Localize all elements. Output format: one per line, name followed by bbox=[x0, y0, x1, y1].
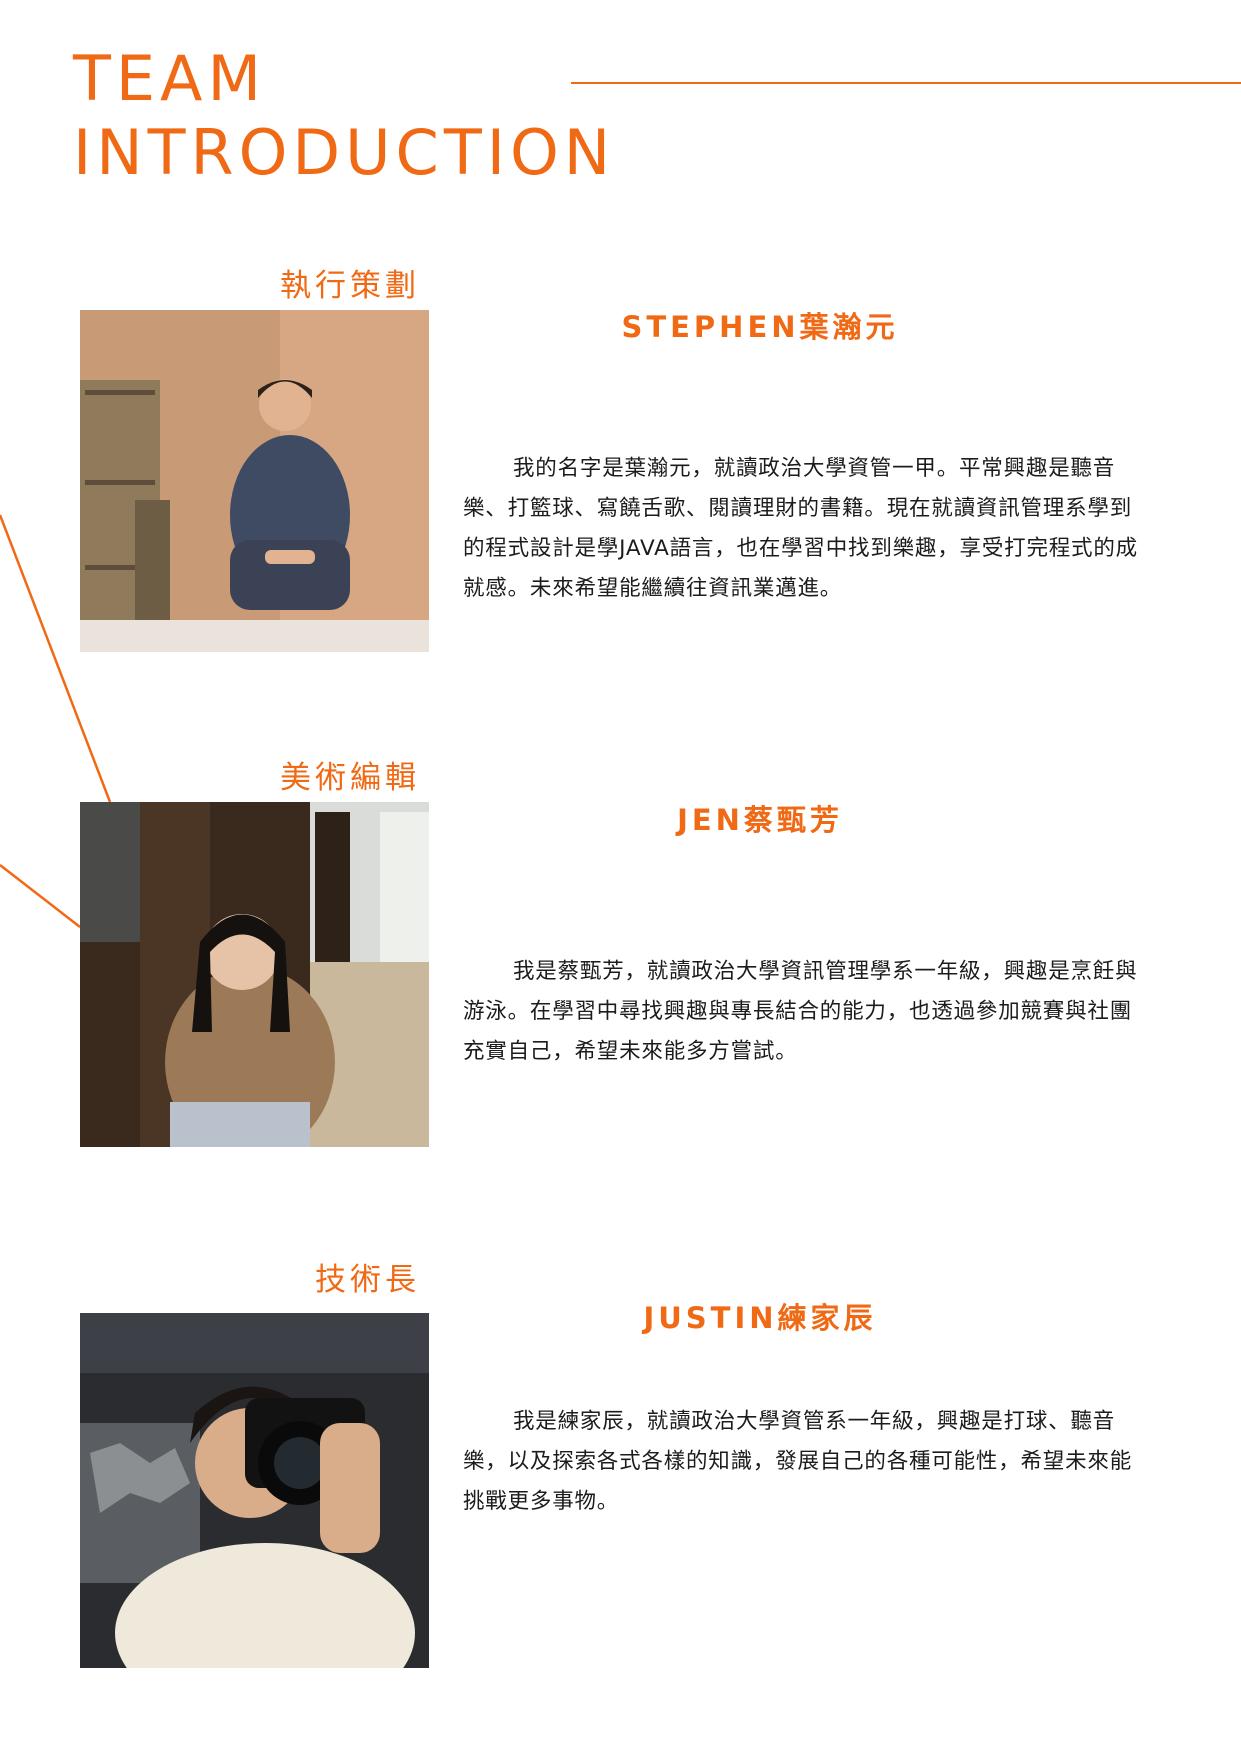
member-name-stephen: STEPHEN葉瀚元 bbox=[621, 310, 899, 344]
member-role-tech-lead: 技術長 bbox=[315, 1262, 420, 1298]
member-name-jen: JEN蔡甄芳 bbox=[677, 803, 843, 837]
member-role-executive-planner: 執行策劃 bbox=[280, 268, 420, 304]
member-photo-stephen bbox=[80, 310, 429, 652]
member-role-art-editor: 美術編輯 bbox=[280, 760, 420, 796]
member-photo-jen bbox=[80, 802, 429, 1147]
member-bio-stephen: 我的名字是葉瀚元，就讀政治大學資管一甲。平常興趣是聽音樂、打籃球、寫饒舌歌、閱讀… bbox=[463, 456, 1138, 601]
member-name-justin: JUSTIN練家辰 bbox=[643, 1301, 877, 1335]
member-bio-justin: 我是練家辰，就讀政治大學資管系一年級，興趣是打球、聽音樂，以及探索各式各樣的知識… bbox=[463, 1409, 1133, 1514]
member-photo-justin bbox=[80, 1313, 429, 1668]
member-bio-jen: 我是蔡甄芳，就讀政治大學資訊管理學系一年級，興趣是烹飪與游泳。在學習中尋找興趣與… bbox=[463, 959, 1138, 1064]
